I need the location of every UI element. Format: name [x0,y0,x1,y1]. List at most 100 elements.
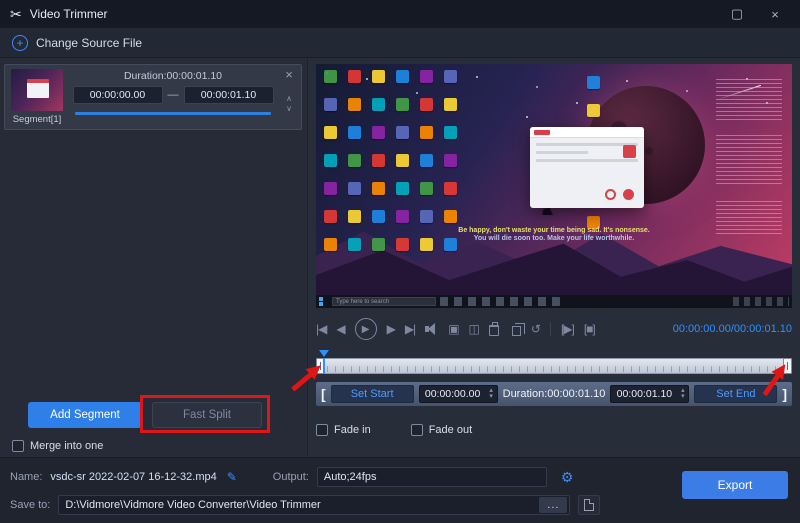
wallpaper-quote: Be happy, don't waste your time being sa… [359,227,749,242]
export-button[interactable]: Export [682,471,788,499]
output-settings-gear-icon[interactable]: ⚙ [561,469,574,486]
desktop-note-decor [716,79,783,120]
merge-checkbox[interactable] [12,440,24,452]
desktop-icon [396,182,409,195]
change-source-file-button[interactable]: Change Source File [36,36,142,50]
time-display: 00:00:00.00/00:00:01.10 [673,323,792,335]
fade-in-label: Fade in [334,424,371,436]
spin-down-icon[interactable]: ▾ [489,394,493,400]
trim-handle-right[interactable] [783,358,792,374]
timeline-bar[interactable] [316,358,792,374]
save-to-value: D:\Vidmore\Vidmore Video Converter\Video… [65,499,539,511]
red-record-button-decor [623,189,634,200]
desktop-icon [372,126,385,139]
frame-forward-icon[interactable]: ▶ [387,322,395,336]
segment-card-controls: × ∧ ∨ [281,69,297,125]
name-label: Name: [10,471,42,483]
delete-segment-icon[interactable] [489,325,499,336]
desktop-icon [420,98,433,111]
start-time-value: 00:00:00.00 [420,388,486,400]
desktop-icon [396,98,409,111]
red-ring-decor [605,189,616,200]
start-time-spinner[interactable]: 00:00:00.00 ▴ ▾ [419,385,498,403]
desktop-icon [396,70,409,83]
volume-icon[interactable] [425,323,438,335]
desktop-icon-grid [320,66,480,276]
video-preview: Be happy, don't waste your time being sa… [316,64,792,308]
trim-controls-row: [ Set Start 00:00:00.00 ▴ ▾ Duration:00:… [316,382,792,406]
segment-card[interactable]: Segment[1] Duration:00:00:01.10 — × ∧ ∨ [4,64,302,130]
open-folder-button[interactable] [578,495,600,515]
scissors-icon: ✂ [10,6,22,23]
desktop-icon [324,182,337,195]
trim-timeline[interactable] [316,350,792,376]
frame-back-icon[interactable]: ◀ [336,322,344,336]
set-start-button[interactable]: Set Start [331,385,414,403]
desktop-icon [324,98,337,111]
desktop-app-window-decor [530,127,644,208]
segment-progress-bar [75,112,271,115]
browse-more-button[interactable]: ... [539,497,567,513]
play-segment-icon[interactable]: [▶] [561,322,574,336]
play-icon[interactable]: ▶ [355,318,377,340]
maximize-button[interactable]: ▢ [722,0,752,28]
edit-name-icon[interactable]: ✎ [227,470,237,484]
skip-start-icon[interactable]: |◀ [316,322,326,336]
segment-thumbnail[interactable] [11,69,63,111]
snapshot-icon[interactable]: ▣ [448,322,458,336]
save-to-select[interactable]: D:\Vidmore\Vidmore Video Converter\Video… [58,495,570,515]
remove-segment-icon[interactable]: × [285,69,293,81]
move-down-icon[interactable]: ∨ [286,105,292,113]
desktop-icon [372,70,385,83]
move-up-icon[interactable]: ∧ [286,95,292,103]
segment-end-input[interactable] [184,86,274,104]
title-bar: ✂ Video Trimmer ▢ × [0,0,800,28]
close-button[interactable]: × [760,0,790,28]
quote-line-2: You will die soon too. Make your life wo… [359,235,749,242]
skip-end-icon[interactable]: ▶| [405,322,415,336]
desktop-icon [324,238,337,251]
stop-segment-icon[interactable]: [■] [584,322,595,336]
segment-start-input[interactable] [73,86,163,104]
copy-segment-icon[interactable] [512,326,521,336]
playhead-marker[interactable] [319,350,329,357]
quote-line-1: Be happy, don't waste your time being sa… [359,227,749,234]
add-segment-button[interactable]: Add Segment [28,402,142,428]
fade-out-checkbox[interactable] [411,424,423,436]
name-row: Name: vsdc-sr 2022-02-07 16-12-32.mp4 ✎ … [10,467,573,487]
app-logo-decor [534,130,550,135]
desktop-icon [348,154,361,167]
trim-duration-label: Duration:00:00:01.10 [503,388,606,400]
desktop-icon [587,104,600,117]
segment-duration-label: Duration:00:00:01.10 [124,70,222,82]
desktop-icon [444,126,457,139]
desktop-icon [348,98,361,111]
desktop-icon [324,70,337,83]
split-icon[interactable]: ◫ [469,322,479,336]
set-end-button[interactable]: Set End [694,385,777,403]
file-name-value: vsdc-sr 2022-02-07 16-12-32.mp4 [50,471,216,483]
reset-icon[interactable]: ↺ [531,322,540,336]
end-time-spinner[interactable]: 00:00:01.10 ▴ ▾ [610,385,689,403]
merge-row: Merge into one [12,440,103,452]
footer-bar: Name: vsdc-sr 2022-02-07 16-12-32.mp4 ✎ … [0,457,800,523]
video-trimmer-window: ✂ Video Trimmer ▢ × + Change Source File… [0,0,800,523]
taskbar-icons-decor [440,297,560,306]
playhead-line [323,358,325,374]
desktop-icon [348,126,361,139]
fast-split-button[interactable]: Fast Split [152,402,262,428]
desktop-icon [396,210,409,223]
add-source-icon[interactable]: + [12,35,28,51]
player-controls: |◀ ◀ ▶ ▶ ▶| ▣ ◫ ↺ [▶] [■] 00:00:00.00/00… [316,314,792,344]
start-button-decor [319,297,328,306]
segment-list-panel: Segment[1] Duration:00:00:01.10 — × ∧ ∨ … [0,58,308,457]
fade-in-checkbox[interactable] [316,424,328,436]
source-bar: + Change Source File [0,28,800,58]
desktop-icon [420,70,433,83]
desktop-icon [348,182,361,195]
output-format-select[interactable]: Auto;24fps [317,467,547,487]
taskbar-decor: Type here to search [316,295,792,308]
save-to-label: Save to: [10,499,50,511]
spin-down-icon[interactable]: ▾ [681,394,685,400]
taskbar-tray-decor [733,297,789,306]
